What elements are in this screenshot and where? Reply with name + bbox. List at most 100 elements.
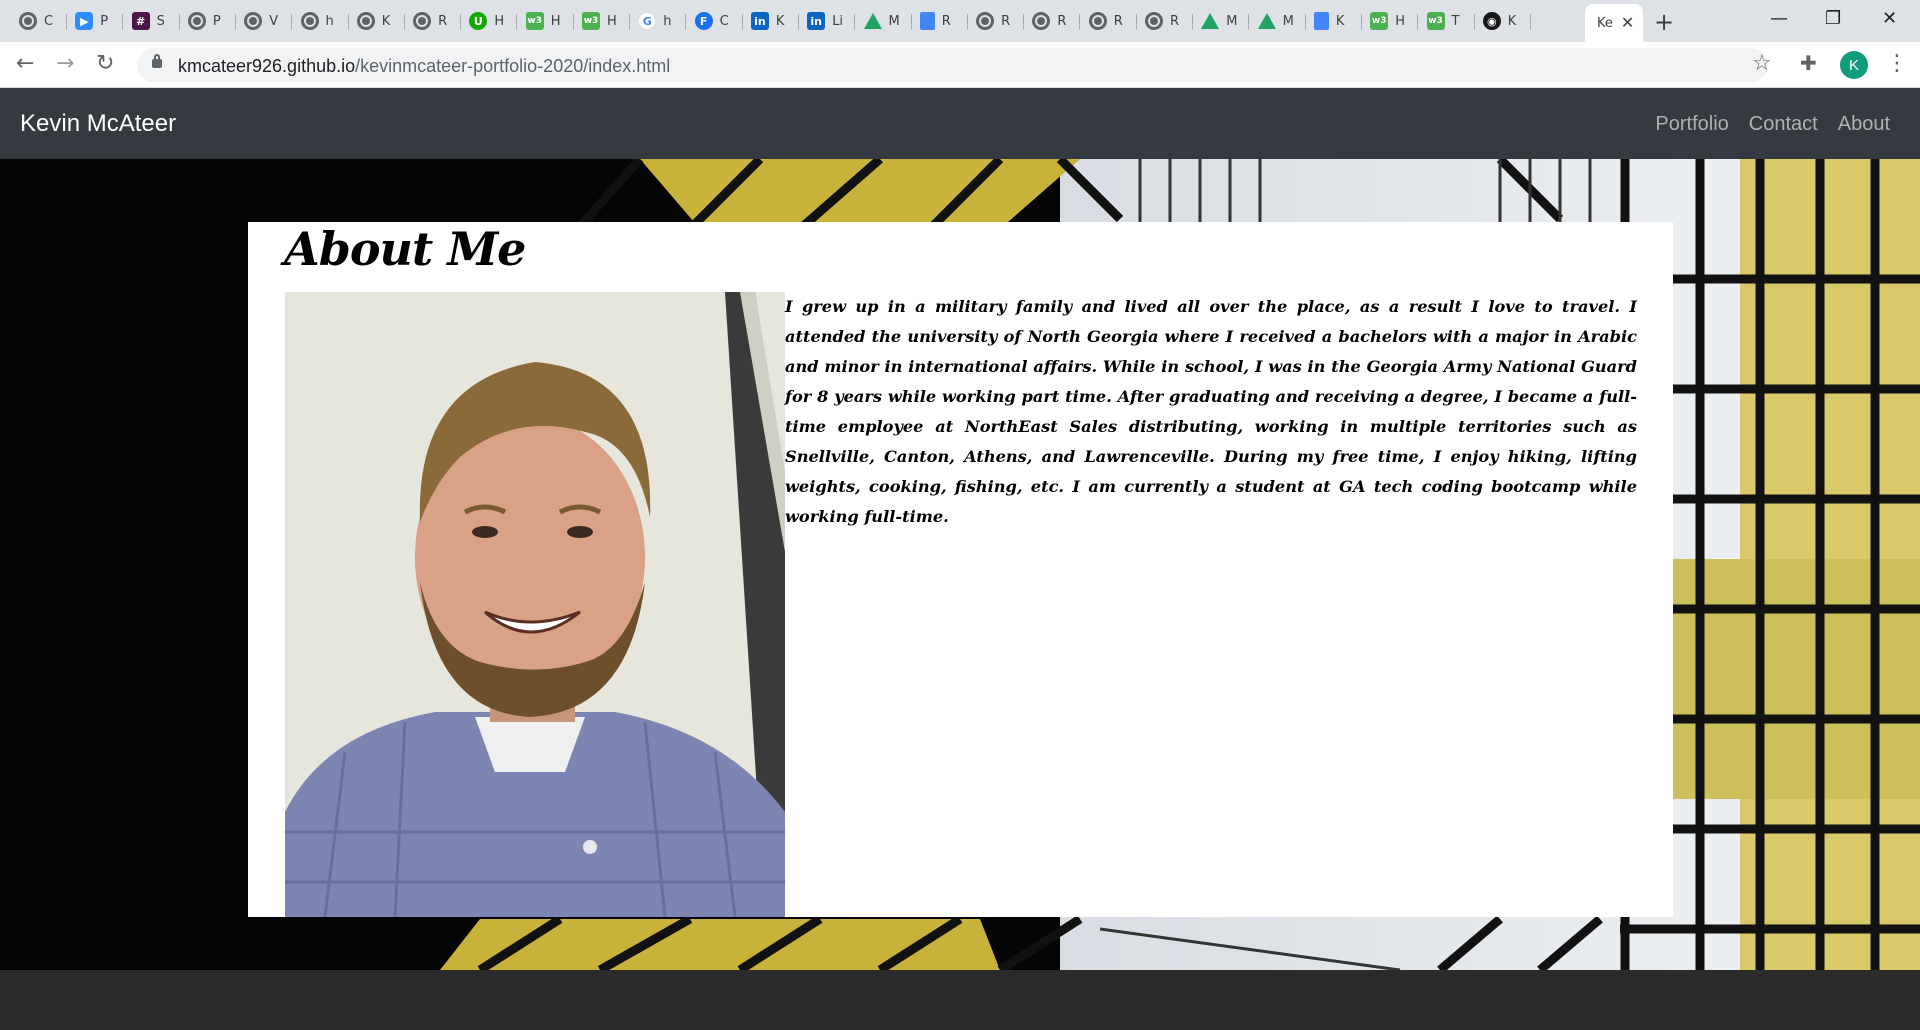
- chrome-menu-icon[interactable]: ⋮: [1886, 51, 1908, 76]
- tab-separator: [629, 14, 630, 30]
- browser-tab[interactable]: R: [913, 6, 968, 36]
- browser-tab[interactable]: R: [1138, 6, 1193, 36]
- slack-icon: #: [131, 12, 150, 30]
- bookmark-star-icon[interactable]: ☆: [1752, 51, 1772, 76]
- browser-tab[interactable]: P: [181, 6, 236, 36]
- tab-separator: [178, 14, 180, 30]
- f-icon: F: [694, 12, 713, 30]
- browser-tab[interactable]: UH: [462, 6, 518, 36]
- nav-link-portfolio[interactable]: Portfolio: [1655, 113, 1728, 136]
- tab-active[interactable]: Ke ✕: [1585, 4, 1643, 42]
- linkedin-icon: in: [807, 12, 826, 30]
- browser-tab[interactable]: R: [1082, 6, 1137, 36]
- tab-title: R: [438, 13, 448, 29]
- zoom-icon: ▶: [75, 12, 94, 30]
- tab-separator: [347, 14, 349, 30]
- reload-icon[interactable]: ↻: [96, 51, 114, 76]
- tab-title: R: [941, 13, 951, 29]
- tab-title: h: [325, 13, 334, 29]
- tab-separator: [1135, 14, 1137, 30]
- w3schools-icon: w3: [582, 12, 600, 30]
- globe-icon: [413, 12, 432, 30]
- new-tab-icon[interactable]: +: [1654, 8, 1674, 36]
- url-text[interactable]: kmcateer926.github.io/kevinmcateer-portf…: [178, 56, 670, 77]
- url-path: /kevinmcateer-portfolio-2020/index.html: [355, 56, 671, 76]
- browser-tab[interactable]: ◉ K: [1476, 6, 1531, 36]
- forward-icon[interactable]: →: [56, 51, 74, 76]
- globe-icon: [976, 12, 995, 30]
- docs-icon: [919, 12, 935, 30]
- browser-tab[interactable]: # S: [125, 6, 180, 36]
- drive-icon: [863, 13, 882, 29]
- tab-title: K: [1335, 13, 1345, 29]
- browser-tab[interactable]: in Li: [800, 6, 856, 36]
- page-footer-area: [0, 970, 1920, 1030]
- drive-icon: [1257, 13, 1276, 29]
- globe-icon: [1145, 12, 1163, 30]
- globe-icon: [1032, 12, 1051, 30]
- tab-title: R: [1113, 13, 1123, 29]
- tab-separator: [685, 14, 687, 30]
- nav-link-about[interactable]: About: [1838, 113, 1890, 136]
- lock-icon[interactable]: [152, 54, 162, 68]
- browser-tab[interactable]: in K: [744, 6, 799, 36]
- tab-title: H: [607, 13, 617, 29]
- browser-tab[interactable]: M: [1194, 6, 1250, 36]
- tab-title: C: [719, 13, 729, 29]
- nav-link-contact[interactable]: Contact: [1749, 113, 1818, 136]
- browser-tab[interactable]: FC: [688, 6, 743, 36]
- tab-separator: [1529, 14, 1531, 30]
- browser-tab-strip: C ▶ P # S P Vh K R U Hw3 Hw3 H Gh F Cin Kin Li M R R R R R M M Kw3…: [0, 0, 1920, 42]
- about-bio: I grew up in a military family and lived…: [785, 297, 1637, 526]
- profile-avatar[interactable]: K: [1840, 51, 1868, 79]
- google-icon: G: [638, 12, 657, 30]
- restore-icon[interactable]: ❐: [1825, 8, 1841, 29]
- tab-separator: [1417, 14, 1419, 30]
- minimize-icon[interactable]: —: [1770, 8, 1788, 29]
- tab-separator: [741, 14, 743, 30]
- tab-title: Li: [832, 13, 844, 29]
- tab-title: P: [212, 13, 221, 29]
- browser-tab[interactable]: C: [12, 6, 67, 36]
- about-heading: About Me: [284, 222, 526, 276]
- globe-icon: [244, 12, 263, 30]
- browser-tab[interactable]: V: [237, 6, 293, 36]
- url-host: kmcateer926.github.io: [178, 56, 356, 76]
- browser-tab[interactable]: w3 H: [519, 6, 574, 36]
- tab-title: M: [1282, 13, 1294, 29]
- extensions-puzzle-icon[interactable]: ✚: [1800, 51, 1817, 75]
- browser-tab[interactable]: M: [857, 6, 912, 36]
- browser-tab[interactable]: K: [1307, 6, 1362, 36]
- browser-tab[interactable]: R: [1025, 6, 1081, 36]
- docs-icon: [1313, 12, 1329, 30]
- tab-title: C: [44, 13, 54, 29]
- browser-tab[interactable]: M: [1251, 6, 1306, 36]
- browser-tab[interactable]: h: [294, 6, 349, 36]
- profile-photo-illustration: [285, 292, 785, 917]
- globe-icon: [300, 12, 319, 30]
- tab-title: R: [1001, 13, 1011, 29]
- browser-tab[interactable]: R: [406, 6, 462, 36]
- tab-title: K: [381, 13, 391, 29]
- browser-tab[interactable]: K: [350, 6, 405, 36]
- browser-tab[interactable]: Gh: [631, 6, 687, 36]
- browser-tab[interactable]: w3 T: [1420, 6, 1475, 36]
- close-window-icon[interactable]: ✕: [1882, 8, 1897, 29]
- tab-title: Ke: [1597, 15, 1613, 31]
- close-tab-icon[interactable]: ✕: [1621, 13, 1634, 33]
- address-bar[interactable]: kmcateer926.github.io/kevinmcateer-portf…: [137, 48, 1768, 82]
- browser-tab[interactable]: R: [969, 6, 1025, 36]
- browser-tab[interactable]: ▶ P: [68, 6, 124, 36]
- linkedin-icon: in: [750, 12, 769, 30]
- profile-photo: [285, 292, 785, 917]
- navbar-brand[interactable]: Kevin McAteer: [20, 110, 176, 138]
- browser-tab[interactable]: w3 H: [1363, 6, 1419, 36]
- tab-separator: [403, 14, 405, 30]
- globe-icon: [187, 12, 206, 30]
- tab-title: H: [550, 13, 561, 29]
- back-icon[interactable]: ←: [16, 51, 34, 76]
- w3schools-icon: w3: [1426, 12, 1445, 30]
- tab-separator: [966, 14, 968, 30]
- browser-tab[interactable]: w3 H: [575, 6, 630, 36]
- tab-title: R: [1170, 13, 1180, 29]
